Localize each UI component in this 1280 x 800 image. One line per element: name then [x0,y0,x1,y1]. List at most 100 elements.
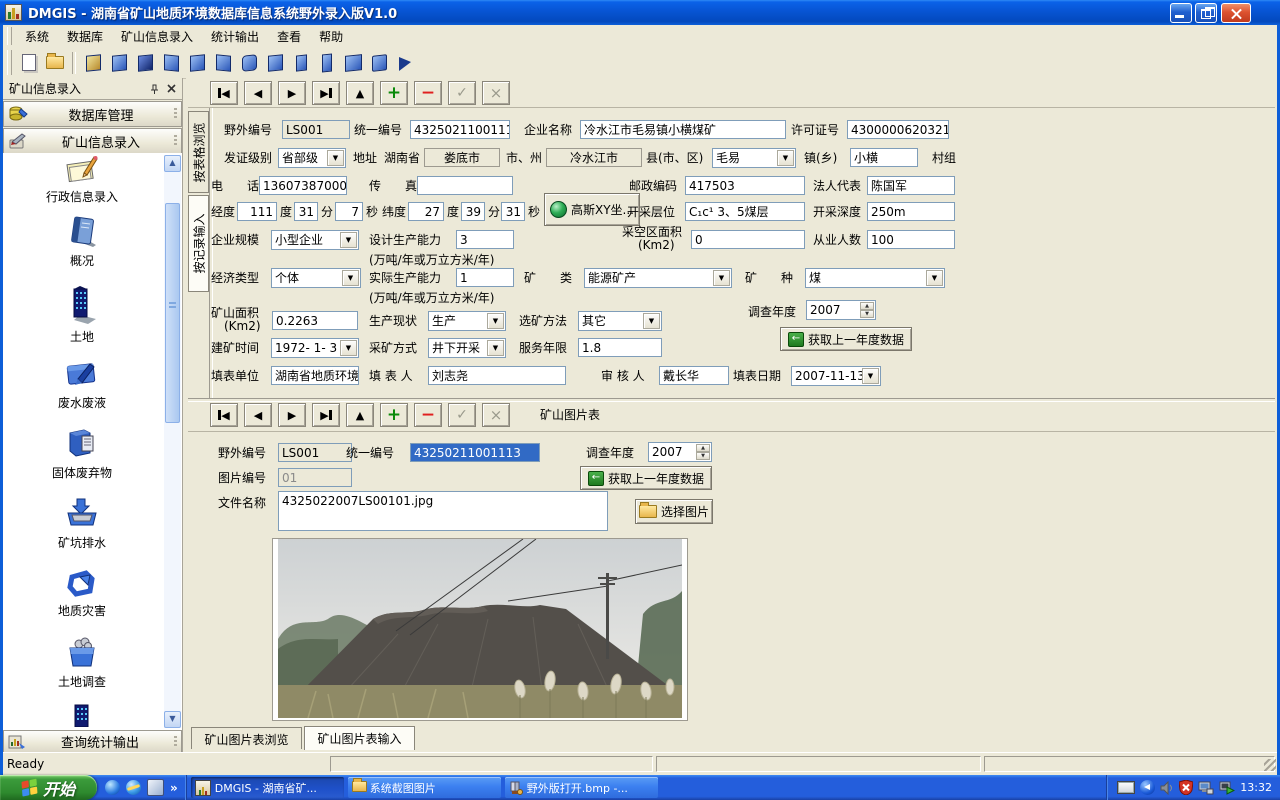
pic-nav-up-button[interactable]: ▲ [346,403,374,427]
sidebar-item-solid-waste[interactable]: 固体废弃物 [3,427,161,480]
sidebar-item-land[interactable]: 土地 [3,285,161,344]
start-button[interactable]: 开始 [0,775,97,800]
spin-up-icon[interactable]: ▲ [696,444,710,452]
goaf-area-input[interactable]: 0 [691,230,805,249]
sidebar-item-partial[interactable] [3,703,161,730]
tab-picture-table-browse[interactable]: 矿山图片表浏览 [191,727,302,749]
taskbar-task-paint[interactable]: 野外版打开.bmp -... [505,777,658,798]
longitude-sec-input[interactable]: 7 [335,202,363,221]
nav-remove-button[interactable]: − [414,81,442,105]
longitude-min-input[interactable]: 31 [294,202,318,221]
tab-record-input[interactable]: 按记录输入 [188,195,209,292]
internet-explorer-icon[interactable] [126,780,141,795]
pic-nav-remove-button[interactable]: − [414,403,442,427]
sidebar-group-query-stats[interactable]: 查询统计输出 [3,730,182,753]
pin-icon[interactable] [146,82,161,96]
longitude-deg-input[interactable]: 111 [237,202,277,221]
legal-rep-input[interactable]: 陈国军 [867,176,955,195]
dropdown-icon[interactable]: ▼ [713,270,730,286]
fill-unit-input[interactable]: 湖南省地质环境 [271,366,359,385]
pic-survey-year-spinner[interactable]: 2007▲▼ [648,442,712,462]
land-reclaim-icon[interactable] [289,51,313,75]
production-status-combo[interactable]: 生产▼ [428,311,506,331]
spin-up-icon[interactable]: ▲ [860,302,874,310]
beneficiation-combo[interactable]: 其它▼ [578,311,662,331]
pic-nav-first-button[interactable]: ◀ [210,403,238,427]
pic-nav-prev-button[interactable]: ◀ [244,403,272,427]
admin-entry-icon[interactable] [81,51,105,75]
pit-drainage-icon[interactable] [211,51,235,75]
quicklaunch-app-icon[interactable] [105,780,120,795]
nav-up-button[interactable]: ▲ [346,81,374,105]
nav-next-button[interactable]: ▶ [278,81,306,105]
survey-year-spinner[interactable]: 2007▲▼ [806,300,876,320]
keyboard-icon[interactable] [1117,781,1135,794]
pic-nav-add-button[interactable]: + [380,403,408,427]
latitude-min-input[interactable]: 39 [461,202,485,221]
mine-class-combo[interactable]: 能源矿产▼ [584,268,732,288]
company-name-input[interactable]: 冷水江市毛易镇小横煤矿 [580,120,786,139]
wastewater-icon[interactable] [159,51,183,75]
auditor-input[interactable]: 戴长华 [659,366,729,385]
tab-picture-table-input[interactable]: 矿山图片表输入 [304,726,415,750]
geo-hazard-icon[interactable] [237,51,261,75]
mine-area-input[interactable]: 0.2263 [272,311,358,330]
pic-fetch-previous-year-button[interactable]: ←获取上一年度数据 [580,466,712,490]
menu-mine-info-entry[interactable]: 矿山信息录入 [112,26,202,47]
task-scheduler-icon[interactable] [1219,781,1235,795]
exit-icon[interactable] [393,51,417,75]
fill-date-combo[interactable]: 2007-11-13▼ [791,366,881,386]
cert-level-combo[interactable]: 省部级▼ [278,148,346,168]
nav-first-button[interactable]: ◀ [210,81,238,105]
menu-system[interactable]: 系统 [16,26,58,47]
filename-input[interactable]: 4325022007LS00101.jpg [278,491,608,531]
sidebar-group-database[interactable]: 数据库管理 [3,101,182,127]
city-input[interactable]: 娄底市 [424,148,500,167]
language-bar-icon[interactable] [1140,780,1155,795]
gauss-xy-button[interactable]: 高斯XY坐... [544,193,640,226]
dropdown-icon[interactable]: ▼ [926,270,943,286]
prefecture-input[interactable]: 冷水江市 [546,148,642,167]
land-icon[interactable] [133,51,157,75]
dropdown-icon[interactable]: ▼ [487,340,504,356]
scroll-down-icon[interactable]: ▼ [164,711,181,728]
mining-layer-input[interactable]: C₁c¹ 3、5煤层 [685,202,805,221]
solid-waste-icon[interactable] [185,51,209,75]
pic-no-input[interactable]: 01 [278,468,352,487]
sidebar-item-geo-hazard[interactable]: 地质灾害 [3,567,161,618]
pic-field-no-input[interactable]: LS001 [278,443,352,462]
dropdown-icon[interactable]: ▼ [777,150,794,166]
fetch-previous-year-button[interactable]: ←获取上一年度数据 [780,327,912,351]
phone-input[interactable]: 13607387000 [259,176,347,195]
open-file-icon[interactable] [43,51,67,75]
close-panel-icon[interactable] [164,82,179,96]
sidebar-item-overview[interactable]: 概况 [3,215,161,268]
service-years-input[interactable]: 1.8 [578,338,662,357]
spin-down-icon[interactable]: ▼ [696,452,710,460]
employees-input[interactable]: 100 [867,230,955,249]
county-combo[interactable]: 毛易▼ [712,148,796,168]
tab-table-browse[interactable]: 按表格浏览 [188,111,209,193]
enterprise-scale-combo[interactable]: 小型企业▼ [271,230,359,250]
taskbar-task-folder[interactable]: 系统截图图片 [348,777,501,798]
pic-nav-cancel-button[interactable]: × [482,403,510,427]
picture-table-icon[interactable] [367,51,391,75]
pic-nav-last-button[interactable]: ▶ [312,403,340,427]
menubar-grip[interactable] [7,27,12,45]
land-survey-icon[interactable] [263,51,287,75]
license-no-input[interactable]: 4300000620321 [847,120,949,139]
close-button[interactable] [1221,3,1251,23]
chevron-icon[interactable]: » [170,781,178,795]
actual-capacity-input[interactable]: 1 [456,268,514,287]
pic-nav-confirm-button[interactable]: ✓ [448,403,476,427]
field-no-input[interactable]: LS001 [282,120,350,139]
dropdown-icon[interactable]: ▼ [643,313,660,329]
toolbar-grip[interactable] [7,50,12,75]
network-icon[interactable] [1198,781,1214,795]
economic-type-combo[interactable]: 个体▼ [271,268,361,288]
spin-down-icon[interactable]: ▼ [860,310,874,318]
desktop-icon[interactable] [147,779,164,796]
build-time-combo[interactable]: 1972- 1- 3▼ [271,338,359,358]
fill-person-input[interactable]: 刘志尧 [428,366,566,385]
mining-depth-input[interactable]: 250m [867,202,955,221]
